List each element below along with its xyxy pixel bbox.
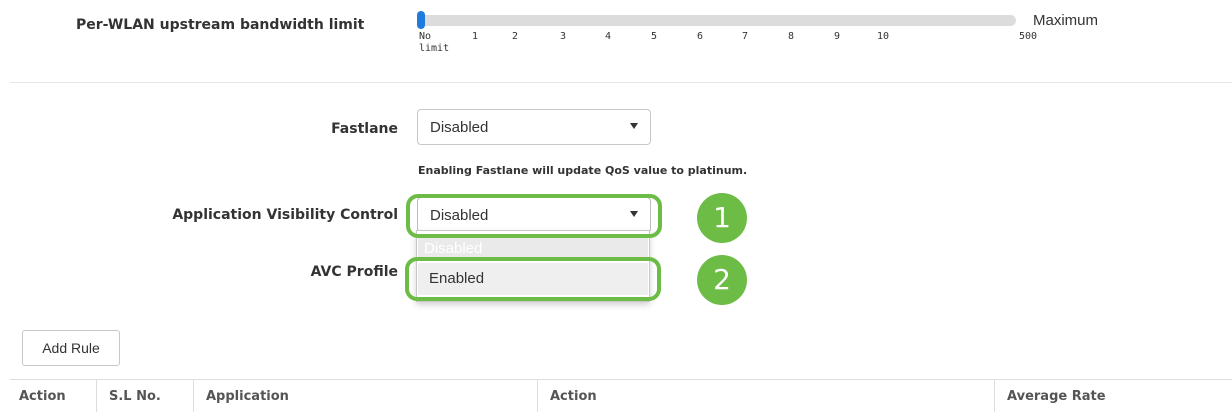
- fastlane-label: Fastlane: [331, 121, 398, 137]
- highlight-box-enabled-option: [405, 257, 661, 301]
- bandwidth-limit-label: Per-WLAN upstream bandwidth limit: [76, 17, 365, 33]
- step-badge-1: 1: [697, 193, 747, 243]
- tick-label: 3: [560, 31, 567, 42]
- tick-label: 1: [472, 31, 479, 42]
- tick-label: 5: [651, 31, 658, 42]
- avc-label: Application Visibility Control: [172, 207, 398, 223]
- tick-label: 9: [834, 31, 841, 42]
- fastlane-select-value: Disabled: [430, 119, 489, 136]
- step-badge-2: 2: [697, 255, 747, 305]
- section-divider: [10, 82, 1232, 83]
- tick-label: 2: [512, 31, 519, 42]
- column-header-action[interactable]: Action: [10, 380, 96, 412]
- tick-label: 8: [788, 31, 795, 42]
- column-header-average-rate[interactable]: Average Rate: [994, 380, 1232, 412]
- fastlane-select[interactable]: Disabled: [417, 109, 651, 145]
- tick-label: 4: [605, 31, 612, 42]
- bandwidth-slider-handle[interactable]: [417, 11, 425, 29]
- column-header-rule-action[interactable]: Action: [537, 380, 994, 412]
- bandwidth-slider-track[interactable]: [420, 15, 1016, 26]
- fastlane-help-text: Enabling Fastlane will update QoS value …: [418, 164, 748, 177]
- add-rule-button[interactable]: Add Rule: [22, 330, 120, 366]
- avc-profile-label: AVC Profile: [310, 264, 398, 280]
- caret-down-icon: [630, 123, 638, 129]
- column-header-application[interactable]: Application: [193, 380, 537, 412]
- tick-label: No limit: [419, 31, 450, 54]
- highlight-box-avc-select: [406, 194, 662, 238]
- tick-label: 10: [877, 31, 890, 42]
- tick-label: 6: [697, 31, 704, 42]
- tick-label: 7: [742, 31, 749, 42]
- slider-max-label: Maximum: [1033, 12, 1099, 29]
- tick-label: 500: [1019, 31, 1038, 42]
- column-header-sl-no[interactable]: S.L No.: [96, 380, 193, 412]
